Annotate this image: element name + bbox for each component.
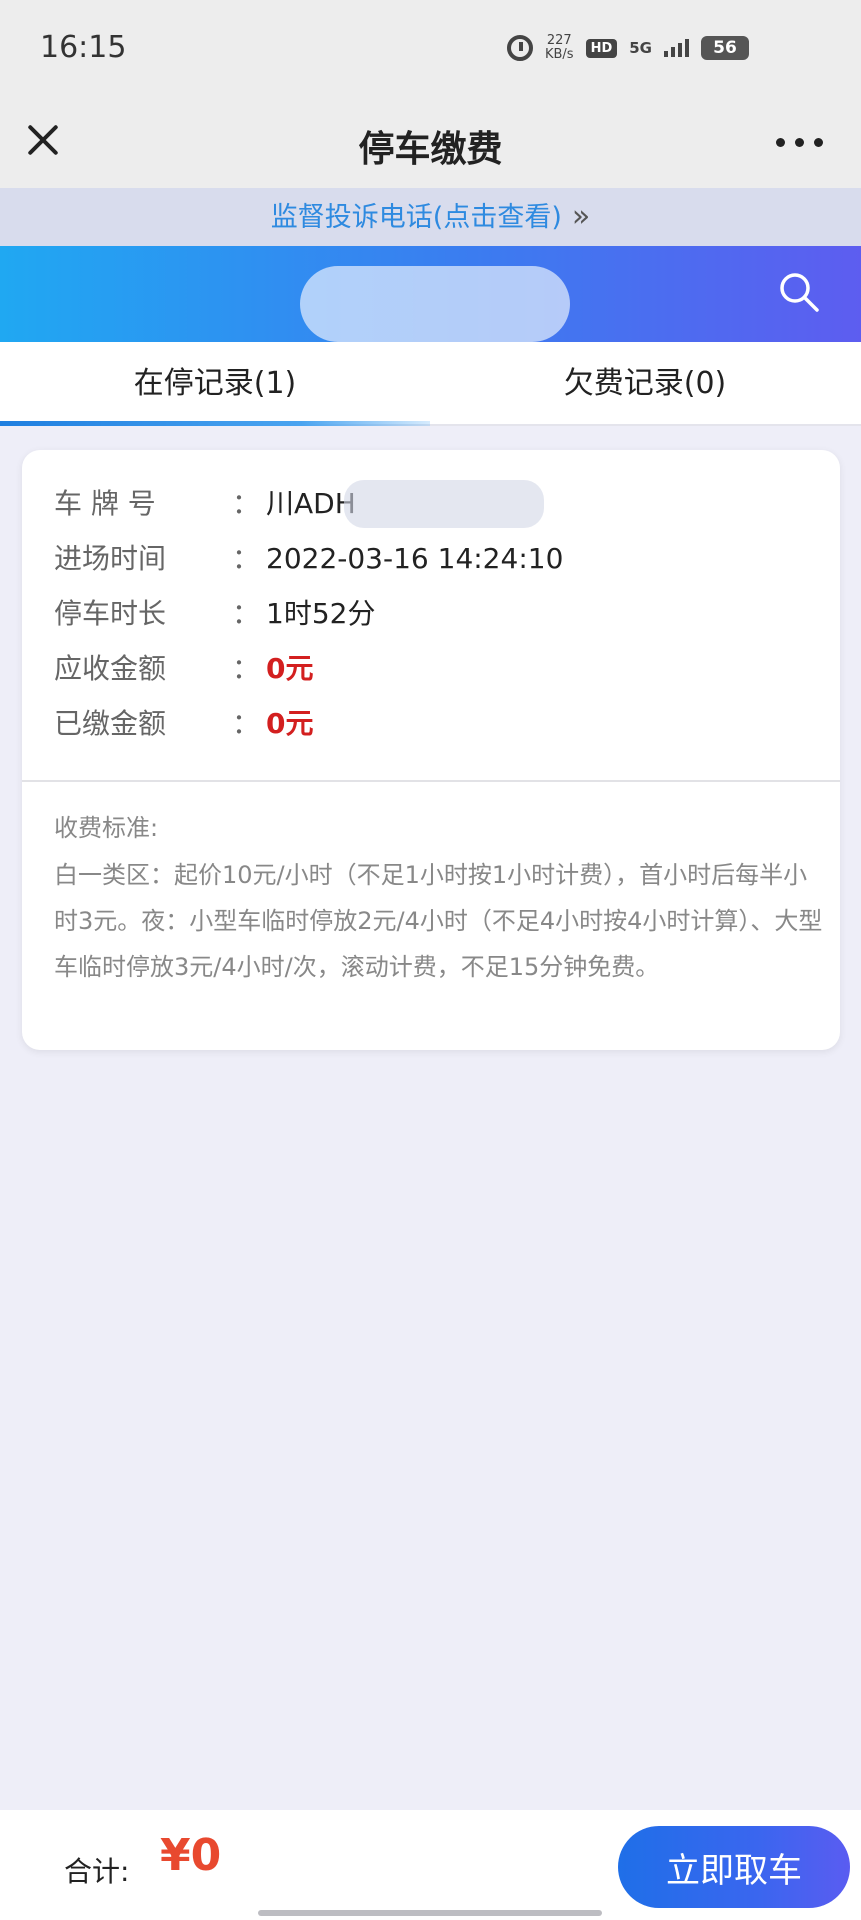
field-label: 进场时间 bbox=[54, 542, 167, 575]
active-tab-indicator bbox=[0, 421, 430, 426]
amount-paid-value: 0元 bbox=[266, 707, 314, 740]
chevron-right-icon: » bbox=[571, 199, 591, 234]
fee-standard-description: 白一类区：起价10元/小时（不足1小时按1小时计费），首小时后每半小时3元。夜：… bbox=[54, 861, 823, 981]
redacted-lot-name bbox=[300, 266, 570, 342]
network-speed-value: 227 bbox=[546, 33, 572, 48]
complaint-text: 监督投诉电话(点击查看) bbox=[270, 202, 562, 233]
parking-record-card: 车 牌 号 ： 川ADH 进场时间 ： 2022-03-16 14:24:10 … bbox=[22, 450, 840, 1050]
tab-arrears-records[interactable]: 欠费记录(0) bbox=[430, 342, 860, 426]
field-colon: ： bbox=[232, 542, 261, 575]
parking-lot-header bbox=[0, 246, 861, 342]
pickup-car-button[interactable]: 立即取车 bbox=[618, 1826, 850, 1908]
entry-time-value: 2022-03-16 14:24:10 bbox=[266, 542, 564, 575]
signal-icon bbox=[664, 39, 689, 57]
redacted-plate bbox=[344, 480, 544, 528]
card-divider bbox=[22, 780, 840, 782]
search-icon[interactable] bbox=[777, 270, 821, 314]
plate-number-value: 川ADH bbox=[266, 487, 356, 520]
network-speed: 227 KB/s bbox=[545, 34, 574, 62]
fee-standard-title: 收费标准: bbox=[54, 814, 159, 842]
total-amount: ¥0 bbox=[160, 1830, 222, 1881]
bottom-bar: 合计: ¥0 立即取车 bbox=[0, 1810, 861, 1920]
search-icon-glyph bbox=[780, 273, 819, 312]
network-speed-unit: KB/s bbox=[544, 47, 574, 62]
field-label: 应收金额 bbox=[54, 652, 167, 685]
parking-duration-value: 1时52分 bbox=[266, 597, 376, 630]
home-indicator[interactable] bbox=[258, 1910, 602, 1916]
network-type: 5G bbox=[629, 39, 652, 57]
status-time: 16:15 bbox=[40, 30, 127, 65]
status-bar: 16:15 227 KB/s HD 5G 56 bbox=[0, 0, 861, 102]
record-tabs: 在停记录(1) 欠费记录(0) bbox=[0, 342, 861, 426]
more-icon[interactable] bbox=[776, 138, 823, 147]
field-label: 车 牌 号 bbox=[54, 487, 156, 520]
field-label: 停车时长 bbox=[54, 597, 167, 630]
field-colon: ： bbox=[232, 487, 261, 520]
alarm-icon bbox=[506, 35, 533, 61]
field-label: 已缴金额 bbox=[54, 707, 167, 740]
total-label: 合计: bbox=[64, 1855, 130, 1888]
tab-parking-records[interactable]: 在停记录(1) bbox=[0, 342, 430, 426]
nav-bar: 停车缴费 bbox=[0, 102, 861, 188]
field-colon: ： bbox=[232, 597, 261, 630]
amount-due-value: 0元 bbox=[266, 652, 314, 685]
hd-icon: HD bbox=[585, 38, 618, 58]
battery-icon: 56 bbox=[701, 36, 749, 60]
page-title: 停车缴费 bbox=[358, 129, 503, 170]
parking-payment-page: 16:15 227 KB/s HD 5G 56 停车缴费 监督投诉电话(点击查看… bbox=[0, 0, 861, 1920]
status-icons: 227 KB/s HD 5G 56 bbox=[506, 34, 749, 62]
complaint-banner[interactable]: 监督投诉电话(点击查看) » bbox=[0, 188, 861, 246]
field-colon: ： bbox=[232, 652, 261, 685]
field-colon: ： bbox=[232, 707, 261, 740]
